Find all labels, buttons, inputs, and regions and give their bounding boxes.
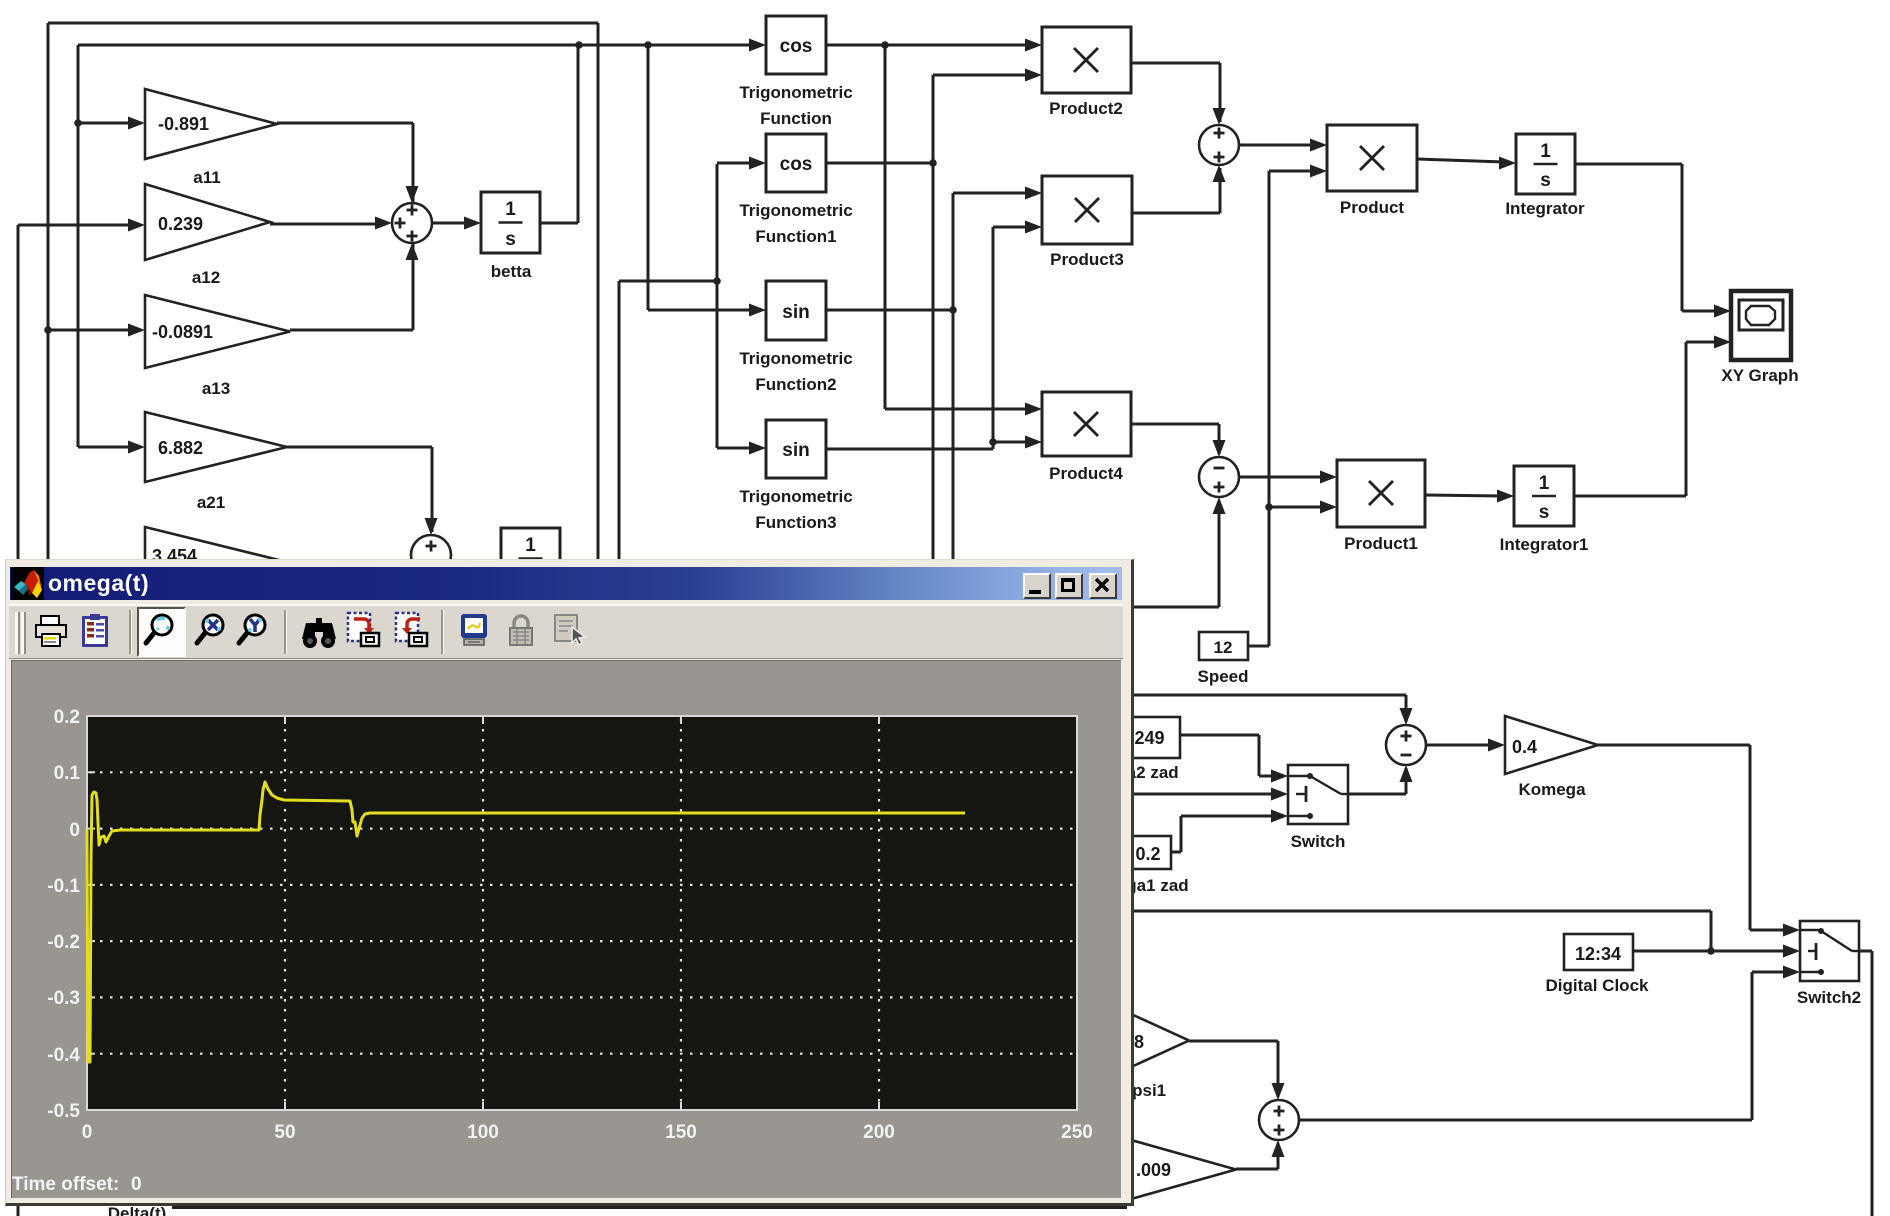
svg-text:0: 0 — [131, 1174, 142, 1195]
svg-text:0.1: 0.1 — [54, 763, 81, 784]
svg-text:50: 50 — [274, 1122, 295, 1143]
svg-text:0: 0 — [69, 820, 80, 841]
svg-text:-0.2: -0.2 — [47, 932, 80, 953]
svg-text:200: 200 — [863, 1122, 895, 1143]
svg-text:0: 0 — [82, 1122, 93, 1143]
svg-text:-0.1: -0.1 — [47, 876, 80, 897]
svg-text:-0.4: -0.4 — [47, 1045, 80, 1066]
svg-text:-0.3: -0.3 — [47, 988, 80, 1009]
svg-text:150: 150 — [665, 1122, 697, 1143]
svg-text:100: 100 — [467, 1122, 499, 1143]
svg-text:Time offset:: Time offset: — [12, 1174, 119, 1195]
svg-text:-0.5: -0.5 — [47, 1101, 80, 1122]
svg-text:250: 250 — [1061, 1122, 1093, 1143]
svg-text:0.2: 0.2 — [54, 707, 80, 728]
